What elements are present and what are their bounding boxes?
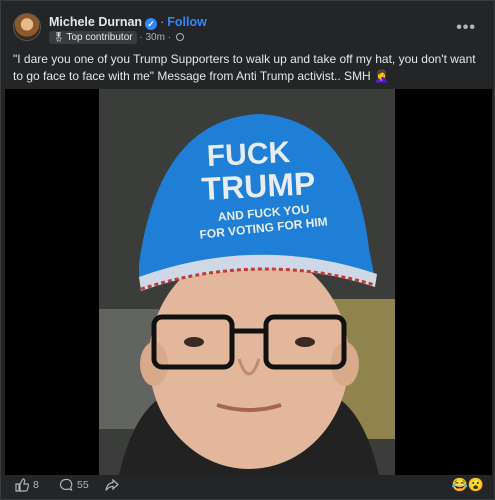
separator: ·	[160, 15, 165, 29]
photo-illustration: FUCK TRUMP AND FUCK YOU FOR VOTING FOR H…	[99, 89, 395, 475]
avatar[interactable]	[13, 13, 41, 41]
globe-icon	[175, 33, 184, 41]
more-options-button[interactable]: •••	[456, 19, 476, 37]
reaction-summary[interactable]: 😂😮	[452, 477, 484, 493]
post-actions: 8 55 😂😮	[1, 473, 494, 499]
post-media[interactable]: FUCK TRUMP AND FUCK YOU FOR VOTING FOR H…	[5, 89, 492, 475]
comment-count: 55	[77, 479, 89, 491]
follow-button[interactable]: Follow	[167, 15, 207, 29]
post-meta: 🎖 Top contributor · 30m ·	[49, 31, 184, 44]
post-header: Michele Durnan ✓ · Follow 🎖 Top contributor …	[13, 13, 482, 47]
like-icon	[15, 478, 29, 492]
post-card: Michele Durnan ✓ · Follow 🎖 Top contributor …	[0, 0, 495, 500]
meta-separator: ·	[139, 32, 143, 43]
share-icon	[105, 478, 119, 491]
meta-separator: ·	[167, 32, 172, 43]
top-contributor-badge[interactable]: 🎖 Top contributor	[49, 31, 137, 44]
comment-icon	[59, 478, 73, 491]
author-line: Michele Durnan ✓ · Follow	[49, 15, 207, 30]
badge-icon: 🎖	[53, 32, 65, 42]
post-photo: FUCK TRUMP AND FUCK YOU FOR VOTING FOR H…	[99, 89, 395, 475]
like-button[interactable]: 8	[15, 478, 39, 492]
like-count: 8	[33, 479, 39, 491]
badge-label: Top contributor	[66, 32, 133, 43]
post-time[interactable]: 30m	[146, 32, 165, 43]
post-text: "I dare you one of you Trump Supporters …	[13, 52, 476, 83]
share-button[interactable]	[105, 478, 119, 492]
author-name[interactable]: Michele Durnan	[49, 15, 142, 29]
comment-button[interactable]: 55	[59, 478, 89, 492]
hat-text-line2: TRUMP	[201, 165, 316, 207]
verified-icon: ✓	[145, 18, 158, 30]
